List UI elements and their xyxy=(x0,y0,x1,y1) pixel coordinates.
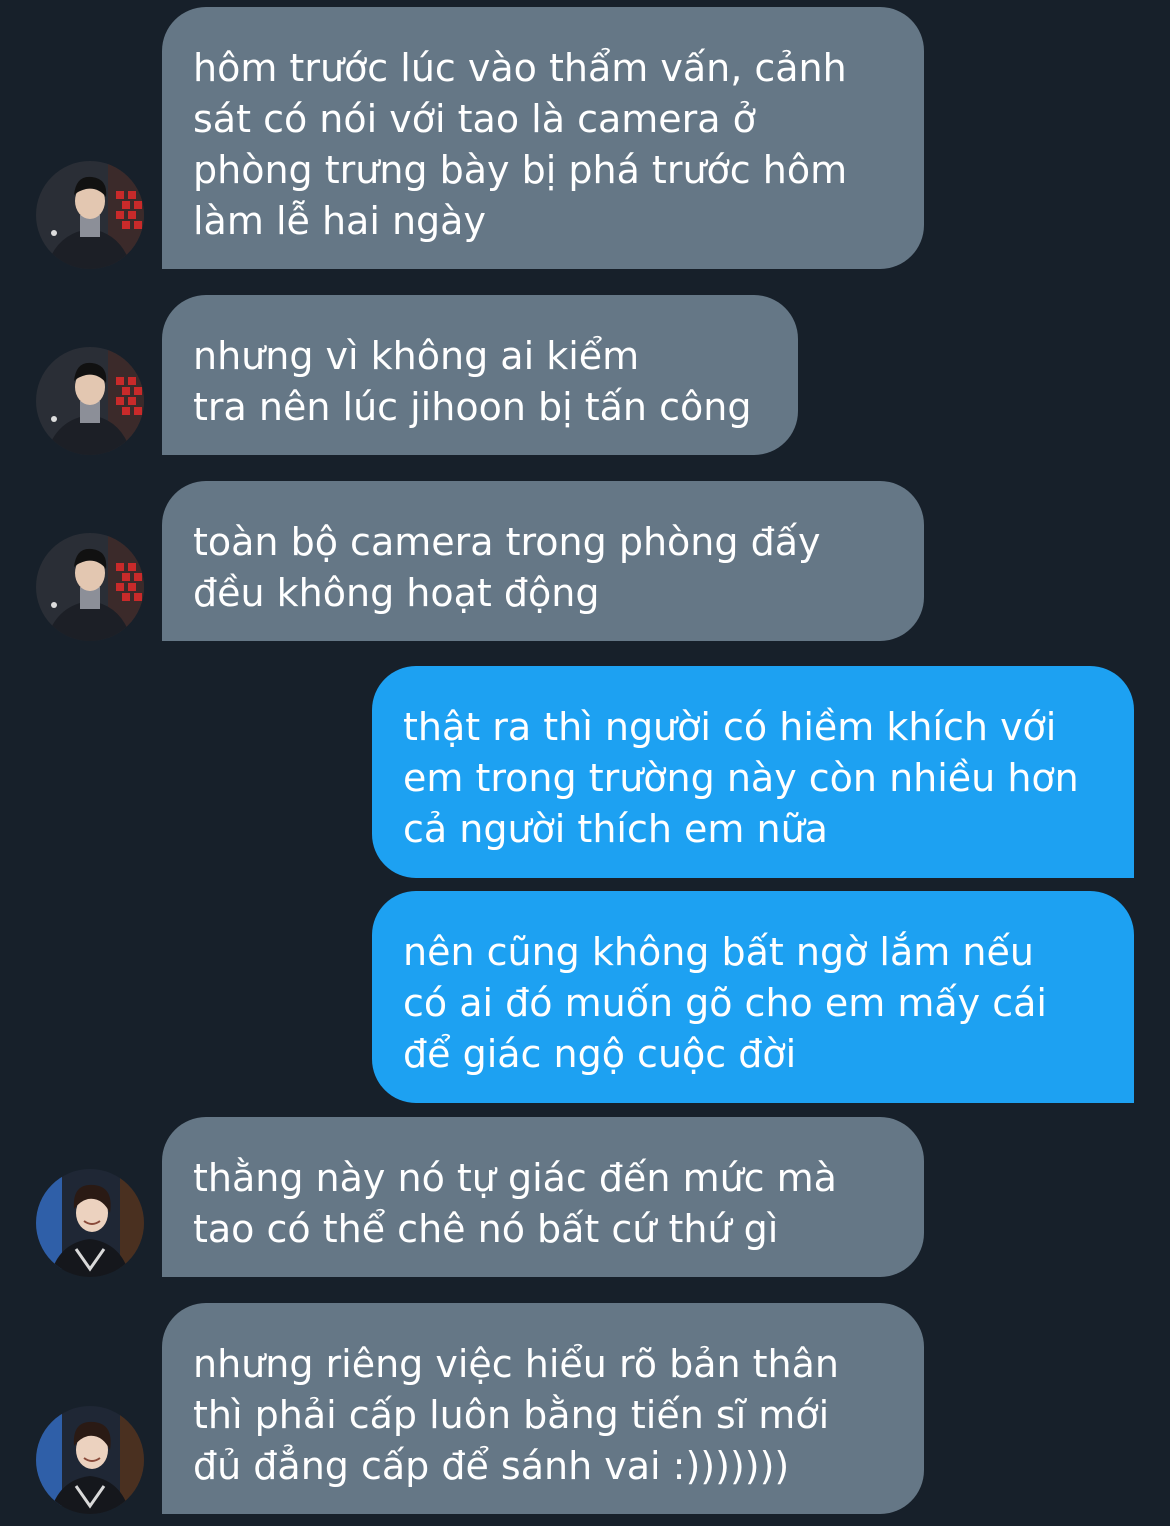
message-line: để giác ngộ cuộc đời xyxy=(403,1032,797,1076)
message-line: sát có nói với tao là camera ở xyxy=(193,97,756,141)
message-line: làm lễ hai ngày xyxy=(193,199,486,243)
avatar-smiling-boy-icon xyxy=(36,1169,144,1277)
received-message-bubble[interactable]: nhưng riêng việc hiểu rõ bản thân thì ph… xyxy=(162,1303,924,1514)
message-line: đều không hoạt động xyxy=(193,571,600,615)
message-line: em trong trường này còn nhiều hơn xyxy=(403,756,1079,800)
sent-message-bubble[interactable]: nên cũng không bất ngờ lắm nếu có ai đó … xyxy=(372,891,1134,1103)
contact-avatar[interactable] xyxy=(36,347,144,455)
received-message-bubble[interactable]: hôm trước lúc vào thẩm vấn, cảnh sát có … xyxy=(162,7,924,269)
message-line: cả người thích em nữa xyxy=(403,807,828,851)
conversation-thread: hôm trước lúc vào thẩm vấn, cảnh sát có … xyxy=(0,0,1170,1526)
sent-message-bubble[interactable]: thật ra thì người có hiềm khích với em t… xyxy=(372,666,1134,878)
contact-avatar[interactable] xyxy=(36,161,144,269)
received-message-bubble[interactable]: thằng này nó tự giác đến mức mà tao có t… xyxy=(162,1117,924,1277)
message-line: đủ đẳng cấp để sánh vai :))))))) xyxy=(193,1444,790,1488)
message-line: thật ra thì người có hiềm khích với xyxy=(403,705,1057,749)
message-line: thì phải cấp luôn bằng tiến sĩ mới xyxy=(193,1393,830,1437)
message-line: có ai đó muốn gõ cho em mấy cái xyxy=(403,981,1047,1025)
message-line: phòng trưng bày bị phá trước hôm xyxy=(193,148,848,192)
message-line: hôm trước lúc vào thẩm vấn, cảnh xyxy=(193,46,847,90)
message-line: nhưng riêng việc hiểu rõ bản thân xyxy=(193,1342,839,1386)
message-line: tra nên lúc jihoon bị tấn công xyxy=(193,385,752,429)
received-message-bubble[interactable]: toàn bộ camera trong phòng đấy đều không… xyxy=(162,481,924,641)
message-line: nên cũng không bất ngờ lắm nếu xyxy=(403,930,1034,974)
message-line: tao có thể chê nó bất cứ thứ gì xyxy=(193,1207,779,1251)
contact-avatar[interactable] xyxy=(36,533,144,641)
contact-avatar[interactable] xyxy=(36,1406,144,1514)
contact-avatar[interactable] xyxy=(36,1169,144,1277)
avatar-boy-turtleneck-icon xyxy=(36,161,144,269)
received-message-bubble[interactable]: nhưng vì không ai kiểm tra nên lúc jihoo… xyxy=(162,295,798,455)
avatar-boy-turtleneck-icon xyxy=(36,533,144,641)
message-line: nhưng vì không ai kiểm xyxy=(193,334,640,378)
message-line: toàn bộ camera trong phòng đấy xyxy=(193,520,821,564)
avatar-smiling-boy-icon xyxy=(36,1406,144,1514)
message-line: thằng này nó tự giác đến mức mà xyxy=(193,1156,837,1200)
avatar-boy-turtleneck-icon xyxy=(36,347,144,455)
